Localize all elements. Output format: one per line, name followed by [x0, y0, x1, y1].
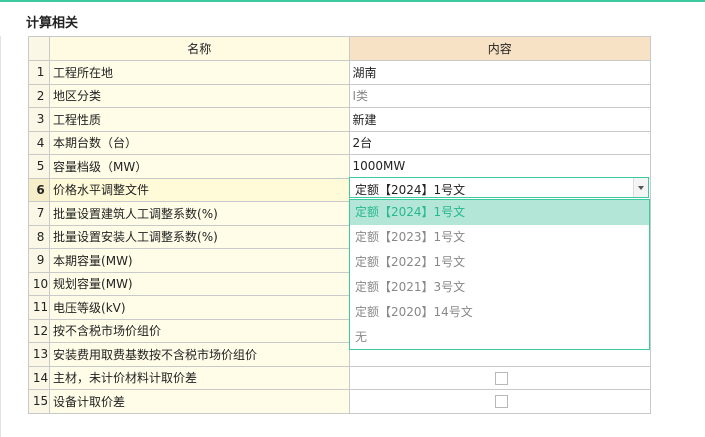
row-name: 容量档级（MW） [49, 154, 350, 179]
row-index: 7 [27, 201, 51, 226]
table-header-row: 名称 内容 [27, 36, 651, 61]
table-row[interactable]: 1 工程所在地 湖南 [27, 60, 651, 85]
row-name: 工程所在地 [49, 60, 350, 85]
left-divider [0, 36, 1, 437]
row-value[interactable]: 新建 [348, 107, 651, 132]
row-value[interactable]: 湖南 [348, 60, 651, 85]
checkbox[interactable] [494, 371, 508, 385]
row-index: 2 [27, 83, 51, 108]
row-value[interactable]: 2台 [348, 130, 651, 155]
row-value-cell [348, 365, 651, 390]
chevron-down-icon[interactable] [633, 178, 648, 197]
row-index: 1 [27, 60, 51, 85]
row-value[interactable]: 1000MW [348, 154, 651, 179]
table-row[interactable]: 15 设备计取价差 [27, 389, 651, 414]
row-name: 安装费用取费基数按不含税市场价组价 [49, 342, 350, 367]
checkbox[interactable] [494, 395, 508, 409]
row-index: 10 [27, 271, 51, 296]
dropdown-option[interactable]: 无 [350, 325, 649, 350]
table-row[interactable]: 5 容量档级（MW） 1000MW [27, 154, 651, 179]
select-current-value: 定额【2024】1号文 [355, 183, 466, 197]
price-file-dropdown: 定额【2024】1号文 定额【2023】1号文 定额【2022】1号文 定额【2021… [349, 199, 650, 350]
row-index: 15 [27, 389, 51, 414]
row-index: 14 [27, 365, 51, 390]
table-row[interactable]: 4 本期台数（台） 2台 [27, 130, 651, 155]
dropdown-option[interactable]: 定额【2022】1号文 [350, 250, 649, 275]
row-name: 规划容量(MW) [49, 271, 350, 296]
row-index: 12 [27, 318, 51, 343]
table-row[interactable]: 14 主材，未计价材料计取价差 [27, 365, 651, 390]
dropdown-option[interactable]: 定额【2020】14号文 [350, 300, 649, 325]
dropdown-option[interactable]: 定额【2021】3号文 [350, 275, 649, 300]
row-index: 13 [27, 342, 51, 367]
row-name: 本期容量(MW) [49, 248, 350, 273]
row-name: 批量设置安装人工调整系数(%) [49, 224, 350, 249]
row-name: 本期台数（台） [49, 130, 350, 155]
row-name: 按不含税市场价组价 [49, 318, 350, 343]
row-value[interactable]: Ⅰ类 [348, 83, 651, 108]
row-index: 9 [27, 248, 51, 273]
dropdown-option[interactable]: 定额【2024】1号文 [350, 200, 649, 225]
row-name: 工程性质 [49, 107, 350, 132]
row-name: 价格水平调整文件 [49, 177, 350, 202]
table-row[interactable]: 2 地区分类 Ⅰ类 [27, 83, 651, 108]
top-accent-bar [0, 0, 705, 2]
row-name: 主材，未计价材料计取价差 [49, 365, 350, 390]
header-index-cell [27, 36, 51, 61]
row-name: 地区分类 [49, 83, 350, 108]
price-file-select[interactable]: 定额【2024】1号文 [349, 177, 649, 198]
dropdown-option[interactable]: 定额【2023】1号文 [350, 225, 649, 250]
row-name: 设备计取价差 [49, 389, 350, 414]
row-index: 6 [27, 177, 51, 202]
row-index: 5 [27, 154, 51, 179]
table-row[interactable]: 3 工程性质 新建 [27, 107, 651, 132]
row-value-cell [348, 389, 651, 414]
header-name: 名称 [49, 36, 350, 61]
row-name: 电压等级(kV) [49, 295, 350, 320]
row-index: 11 [27, 295, 51, 320]
section-title: 计算相关 [26, 16, 79, 31]
row-index: 8 [27, 224, 51, 249]
row-index: 4 [27, 130, 51, 155]
row-index: 3 [27, 107, 51, 132]
header-content: 内容 [348, 36, 651, 61]
row-name: 批量设置建筑人工调整系数(%) [49, 201, 350, 226]
